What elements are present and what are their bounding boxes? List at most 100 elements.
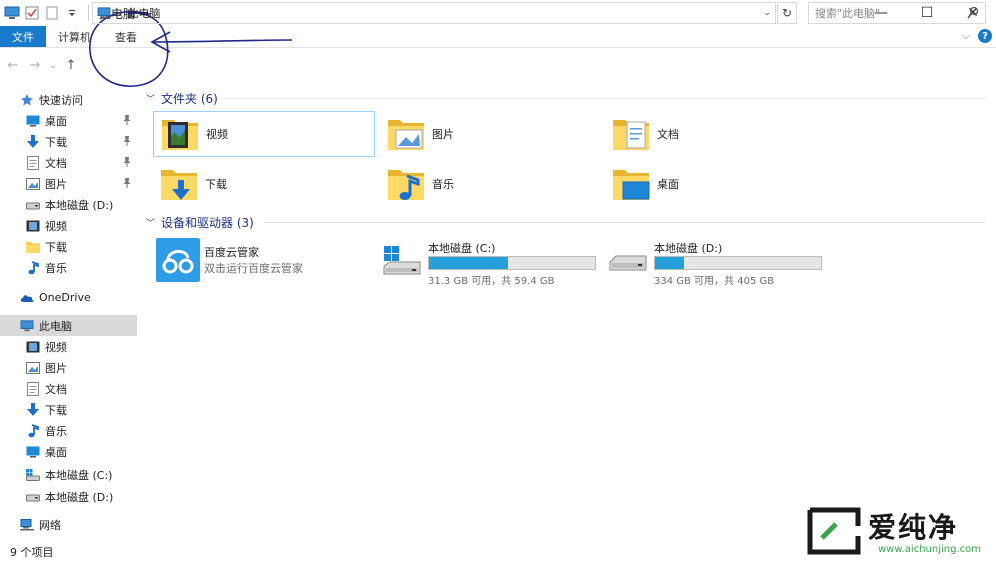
nav-item-label: 本地磁盘 (D:): [45, 490, 114, 504]
desktop-icon: [26, 445, 40, 459]
group-divider: [224, 98, 986, 99]
music-icon: [26, 260, 40, 275]
computer-icon: [20, 319, 34, 333]
drive-usage-bar: [428, 256, 596, 270]
address-dropdown-icon[interactable]: ⌄: [763, 8, 771, 18]
app-subtitle: 双击运行百度云管家: [204, 262, 303, 275]
document-icon: [26, 155, 40, 170]
video-folder-icon: [160, 114, 200, 154]
pin-icon[interactable]: [123, 178, 131, 188]
network-icon: [20, 518, 34, 532]
recent-locations-button[interactable]: ⌄: [46, 60, 60, 71]
forward-button[interactable]: →: [24, 58, 46, 73]
group-folders-header[interactable]: ﹀ 文件夹 (6): [146, 90, 218, 107]
nav-item-label: 快速访问: [39, 93, 83, 107]
back-button[interactable]: ←: [2, 58, 24, 73]
folder-tile-documents[interactable]: 文档: [605, 111, 827, 157]
baidu-cloud-icon: [156, 238, 200, 282]
nav-item-drive-d-pc[interactable]: 本地磁盘 (D:): [0, 486, 137, 507]
nav-item-quick-access[interactable]: 快速访问: [0, 89, 137, 110]
folder-tile-pictures[interactable]: 图片: [380, 111, 602, 157]
drive-icon: [26, 490, 40, 504]
nav-item-label: 桌面: [45, 445, 67, 459]
up-button[interactable]: ↑: [60, 58, 82, 73]
nav-item-videos-pc[interactable]: 视频: [0, 336, 137, 357]
drive-icon: [26, 198, 40, 212]
tile-label: 视频: [206, 128, 228, 141]
nav-item-label: 图片: [45, 177, 67, 191]
folder-tile-downloads[interactable]: 下载: [153, 161, 375, 207]
search-input[interactable]: 搜索"此电脑": [808, 2, 986, 24]
windows-drive-icon: [382, 244, 422, 278]
desktop-icon: [26, 114, 40, 128]
nav-item-onedrive[interactable]: OneDrive: [0, 287, 137, 308]
nav-item-music-pc[interactable]: 音乐: [0, 420, 137, 441]
nav-item-label: 此电脑: [39, 319, 72, 333]
group-devices-header[interactable]: ﹀ 设备和驱动器 (3): [146, 214, 254, 231]
tile-label: 下载: [205, 178, 227, 191]
nav-item-pictures[interactable]: 图片: [0, 173, 137, 194]
address-row: ← → ⌄ ↑: [0, 52, 996, 78]
drive-usage-fill: [429, 257, 508, 269]
tile-label: 图片: [432, 128, 454, 141]
cloud-icon: [20, 291, 34, 305]
nav-item-downloads-folder[interactable]: 下载: [0, 236, 137, 257]
refresh-button[interactable]: ↻: [777, 2, 797, 24]
content-pane: ﹀ 文件夹 (6) 视频 图片 文档 下载 音乐 桌面 ﹀ 设备和驱动器 (3)…: [140, 86, 996, 540]
nav-item-downloads[interactable]: 下载: [0, 131, 137, 152]
folder-tile-videos[interactable]: 视频: [153, 111, 375, 157]
nav-item-this-pc[interactable]: 此电脑: [0, 315, 137, 336]
nav-item-label: 视频: [45, 219, 67, 233]
picture-icon: [26, 361, 40, 375]
computer-icon: [97, 7, 111, 19]
tile-label: 文档: [657, 128, 679, 141]
nav-item-label: OneDrive: [39, 291, 91, 304]
nav-item-documents[interactable]: 文档: [0, 152, 137, 173]
address-bar[interactable]: › 此电脑 ⌄: [92, 2, 776, 24]
nav-item-label: 下载: [45, 135, 67, 149]
drive-name: 本地磁盘 (C:): [428, 242, 496, 255]
group-title: 设备和驱动器 (3): [161, 216, 254, 230]
search-icon[interactable]: [967, 6, 979, 20]
nav-item-downloads-pc[interactable]: 下载: [0, 399, 137, 420]
picture-folder-icon: [386, 114, 426, 154]
nav-item-label: 下载: [45, 403, 67, 417]
drive-space-info: 31.3 GB 可用，共 59.4 GB: [428, 276, 555, 287]
drive-usage-fill: [655, 257, 685, 269]
nav-item-drive-d[interactable]: 本地磁盘 (D:): [0, 194, 137, 215]
nav-item-label: 网络: [39, 518, 61, 532]
collapse-chevron-icon[interactable]: ﹀: [146, 92, 155, 105]
music-icon: [26, 423, 40, 438]
nav-item-documents-pc[interactable]: 文档: [0, 378, 137, 399]
nav-item-network[interactable]: 网络: [0, 514, 137, 535]
collapse-chevron-icon[interactable]: ﹀: [146, 216, 155, 229]
drive-tile-d[interactable]: 本地磁盘 (D:) 334 GB 可用，共 405 GB: [606, 238, 828, 287]
nav-item-desktop[interactable]: 桌面: [0, 110, 137, 131]
watermark-url: www.aichunjing.com: [878, 544, 981, 555]
breadcrumb[interactable]: 此电脑: [127, 5, 160, 21]
document-icon: [26, 381, 40, 396]
nav-item-drive-c[interactable]: 本地磁盘 (C:): [0, 464, 137, 485]
nav-item-label: 文档: [45, 382, 67, 396]
pin-icon[interactable]: [123, 136, 131, 146]
picture-icon: [26, 177, 40, 191]
nav-item-label: 音乐: [45, 261, 67, 275]
watermark-text: 爱纯净: [868, 511, 959, 544]
folder-tile-desktop[interactable]: 桌面: [605, 161, 827, 207]
drive-icon: [608, 244, 648, 278]
nav-item-label: 本地磁盘 (D:): [45, 198, 114, 212]
folder-tile-music[interactable]: 音乐: [380, 161, 602, 207]
watermark-logo-icon: [807, 507, 861, 555]
nav-item-label: 图片: [45, 361, 67, 375]
nav-item-music[interactable]: 音乐: [0, 257, 137, 278]
drive-tile-c[interactable]: 本地磁盘 (C:) 31.3 GB 可用，共 59.4 GB: [380, 238, 602, 287]
breadcrumb-separator[interactable]: ›: [117, 7, 121, 20]
pin-icon[interactable]: [123, 115, 131, 125]
nav-item-videos[interactable]: 视频: [0, 215, 137, 236]
drive-space-info: 334 GB 可用，共 405 GB: [654, 276, 775, 287]
nav-item-desktop-pc[interactable]: 桌面: [0, 441, 137, 462]
app-tile-baidu[interactable]: 百度云管家 双击运行百度云管家: [154, 236, 376, 282]
pin-icon[interactable]: [123, 157, 131, 167]
nav-item-pictures-pc[interactable]: 图片: [0, 357, 137, 378]
refresh-icon: ↻: [781, 6, 793, 20]
